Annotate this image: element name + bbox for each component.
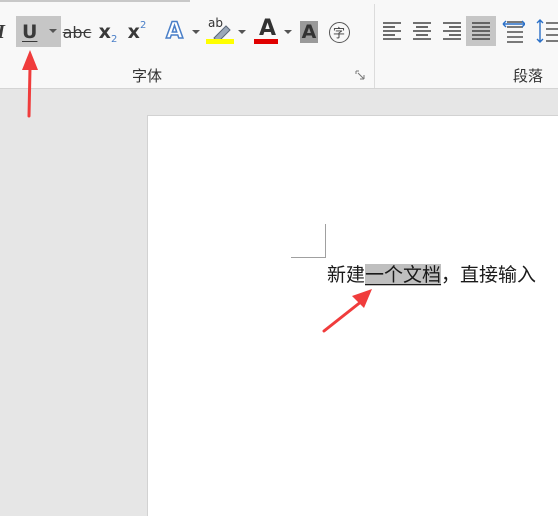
superscript-base: x [127,21,140,43]
underline-button[interactable]: U [16,16,61,47]
text-effects-icon: A [165,18,184,45]
enclose-char-button[interactable]: 字 [326,18,352,46]
annotation-arrow-icon [322,289,372,333]
justify-button[interactable] [466,16,496,46]
italic-button[interactable]: I [0,18,8,46]
chevron-down-icon[interactable] [192,30,200,34]
group-separator [374,4,375,88]
enclose-char-label: 字 [328,21,350,43]
superscript-button[interactable]: x 2 [124,18,150,46]
paragraph-group-label: 段落 [513,67,544,85]
font-color-button[interactable]: A [252,14,294,47]
subscript-mark: 2 [110,33,118,45]
char-shading-button[interactable]: A [297,18,321,46]
chevron-down-icon[interactable] [284,30,292,34]
chevron-down-icon[interactable] [49,29,57,33]
align-left-icon[interactable] [382,20,402,42]
highlight-color-bar [206,38,234,44]
text-effects-button[interactable]: A [162,16,202,47]
strikethrough-button[interactable]: abc [62,18,92,46]
annotation-arrow-icon [22,50,38,118]
font-color-bar [254,38,278,44]
highlight-button[interactable]: ab [204,14,250,47]
subscript-base: x [98,21,111,43]
margin-mark [325,224,326,257]
text-after-selection: ，直接输入 [441,264,537,286]
font-color-label: A [259,15,277,41]
italic-label: I [0,21,5,44]
line-spacing-icon[interactable] [536,18,558,44]
selected-text[interactable]: 一个文档 [365,264,442,286]
underline-label: U [22,20,38,43]
highlighter-icon: ab [206,16,234,46]
chevron-down-icon[interactable] [238,30,246,34]
text-before-selection: 新建 [327,264,366,286]
align-right-icon[interactable] [442,20,462,42]
document-text[interactable]: 新建一个文档，直接输入 [327,262,536,288]
dialog-launcher-icon[interactable] [355,70,365,80]
strikethrough-label: abc [62,22,92,42]
subscript-button[interactable]: x 2 [95,18,121,46]
font-color-icon: A [254,16,280,46]
superscript-mark: 2 [139,19,147,31]
char-shading-label: A [299,21,319,43]
distribute-icon[interactable] [501,18,525,44]
margin-mark [291,257,326,258]
tab-underline [0,0,190,2]
font-group-label: 字体 [132,67,163,85]
align-center-icon[interactable] [412,20,432,42]
ribbon: I U abc x 2 x 2 A ab A [0,0,558,89]
justify-icon [472,22,490,40]
pen-icon [213,24,231,40]
